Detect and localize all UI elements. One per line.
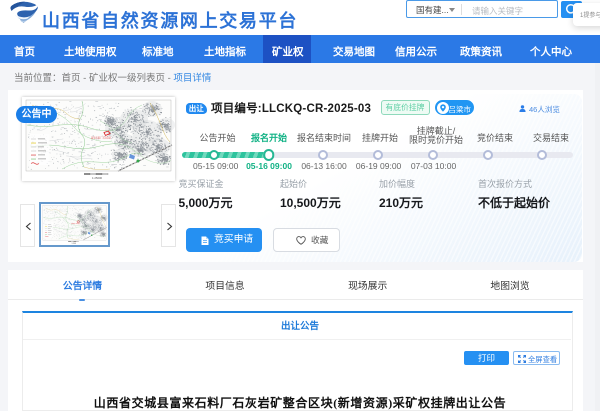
svg-text:1:25000: 1:25000 xyxy=(92,176,103,180)
